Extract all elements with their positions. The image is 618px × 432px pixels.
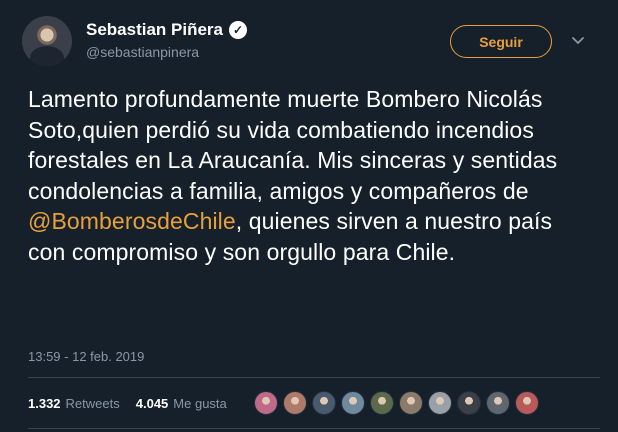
tweet-card: Sebastian Piñera ✓ @sebastianpinera Segu… <box>0 0 618 432</box>
liker-avatar[interactable] <box>254 391 278 415</box>
liker-avatar[interactable] <box>515 391 539 415</box>
likers-avatars <box>254 390 544 416</box>
retweets-label[interactable]: Retweets <box>66 396 120 411</box>
verified-badge-icon: ✓ <box>229 21 248 39</box>
liker-avatar[interactable] <box>283 391 307 415</box>
divider-top <box>28 377 600 378</box>
retweets-count[interactable]: 1.332 <box>28 396 61 411</box>
liker-avatar[interactable] <box>341 391 365 415</box>
liker-avatar[interactable] <box>486 391 510 415</box>
likes-label[interactable]: Me gusta <box>173 396 226 411</box>
divider-bottom <box>28 428 600 429</box>
author-handle[interactable]: @sebastianpinera <box>86 44 247 60</box>
likes-count[interactable]: 4.045 <box>136 396 169 411</box>
mention-link[interactable]: @BomberosdeChile <box>28 208 236 234</box>
tweet-stats: 1.332 Retweets 4.045 Me gusta <box>28 390 243 416</box>
liker-avatar[interactable] <box>457 391 481 415</box>
author-info: Sebastian Piñera ✓ @sebastianpinera <box>86 20 248 60</box>
liker-avatar[interactable] <box>428 391 452 415</box>
tweet-header: Sebastian Piñera ✓ @sebastianpinera Segu… <box>22 16 602 68</box>
author-name-row: Sebastian Piñera ✓ <box>86 20 248 40</box>
author-avatar[interactable] <box>22 16 72 66</box>
tweet-timestamp[interactable]: 13:59 - 12 feb. 2019 <box>28 349 144 364</box>
chevron-down-icon[interactable] <box>570 34 586 48</box>
tweet-text-part-1: Lamento profundamente muerte Bombero Nic… <box>28 86 558 204</box>
tweet-text: Lamento profundamente muerte Bombero Nic… <box>28 84 588 267</box>
liker-avatar[interactable] <box>312 391 336 415</box>
liker-avatar[interactable] <box>370 391 394 415</box>
follow-button[interactable]: Seguir <box>450 25 552 58</box>
author-name[interactable]: Sebastian Piñera <box>86 20 223 40</box>
liker-avatar[interactable] <box>399 391 423 415</box>
